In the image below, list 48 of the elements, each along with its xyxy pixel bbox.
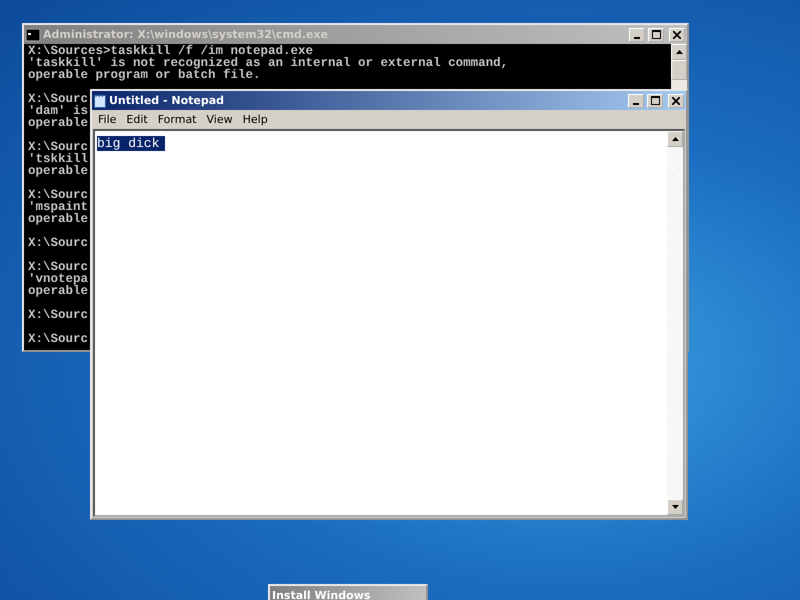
console-line: operable program or batch file. [28,69,261,81]
console-line: X:\Sources>taskkill /f /im notepad.exe [28,45,314,57]
up-arrow-icon [676,50,682,54]
maximize-button[interactable] [647,94,663,108]
scrollbar[interactable] [667,131,683,515]
console-line: X:\Sourc [28,189,88,201]
console-line: X:\Sourc [28,141,88,153]
menu-item[interactable]: Help [238,112,272,127]
console-icon [26,28,40,40]
scroll-up-button[interactable] [671,44,687,60]
menu-item[interactable]: View [202,112,237,127]
menu-item[interactable]: File [94,112,120,127]
console-line: 'tskkill [28,153,88,165]
maximize-button[interactable] [648,28,664,42]
console-line: X:\Sourc [28,237,88,249]
console-line: operable [28,213,88,225]
console-line: operable [28,117,88,129]
console-line: X:\Sourc [28,261,88,273]
console-line: X:\Sourc [28,333,88,345]
typed-text: big dick [97,136,166,151]
console-line: X:\Sourc [28,309,88,321]
console-line: operable [28,285,88,297]
console-line: operable [28,165,88,177]
maximize-icon [650,96,660,105]
up-arrow-icon [672,137,678,141]
close-button[interactable] [668,94,684,108]
close-button[interactable] [669,28,685,42]
console-line: X:\Sourc [28,93,88,105]
minimize-icon [634,36,640,38]
minimize-icon [633,102,639,104]
console-line: 'mspaint [28,201,88,213]
window-title: Administrator: X:\windows\system32\cmd.exe [43,28,329,41]
text-area[interactable]: big dick [93,129,685,517]
console-line: 'taskkill' is not recognized as an internal or external command, [28,57,508,69]
scroll-thumb[interactable] [671,60,687,80]
minimize-button[interactable] [628,94,644,108]
console-line: 'dam' is [28,105,88,117]
menu-item[interactable]: Format [154,112,200,127]
menu-item[interactable]: Edit [122,112,152,127]
maximize-icon [652,30,660,39]
close-icon [673,30,681,38]
window-title: Install Windows [272,589,372,600]
close-icon [672,96,680,104]
down-arrow-icon [672,505,678,509]
minimize-button[interactable] [629,28,645,42]
window-title: Untitled - Notepad [109,94,226,107]
console-line: 'vnotepa [28,273,88,285]
notepad-icon [94,94,106,108]
